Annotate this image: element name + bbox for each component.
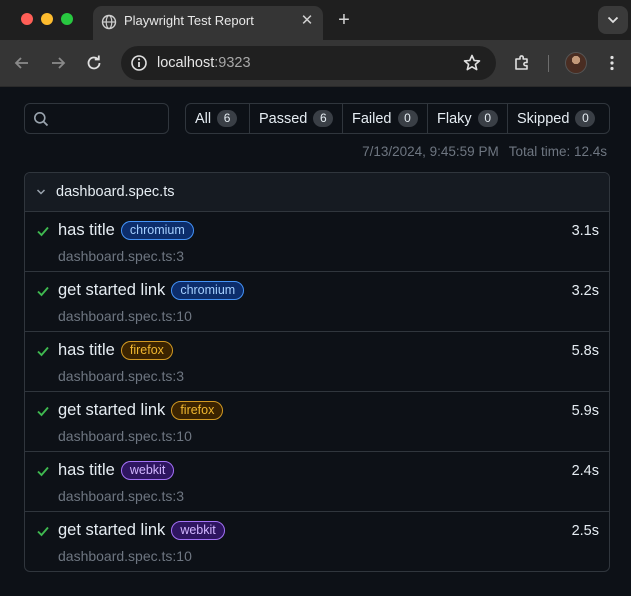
forward-arrow-icon[interactable] — [48, 53, 68, 73]
test-location: dashboard.spec.ts:10 — [58, 308, 192, 324]
chevron-down-icon — [36, 189, 46, 195]
project-tag[interactable]: firefox — [120, 341, 173, 360]
checkmark-icon — [37, 346, 49, 357]
filter-count: 6 — [313, 110, 334, 127]
test-title-line: get started link firefox — [58, 401, 224, 420]
test-title[interactable]: has title — [58, 341, 115, 360]
run-timestamp: 7/13/2024, 9:45:59 PM — [362, 144, 499, 159]
tab-title: Playwright Test Report — [124, 13, 254, 28]
test-title-line: has title webkit — [58, 461, 175, 480]
close-window-button[interactable] — [21, 13, 33, 25]
project-tag[interactable]: chromium — [171, 281, 245, 300]
toolbar-divider — [548, 55, 549, 72]
test-row[interactable]: has title firefox 5.8s dashboard.spec.ts… — [25, 332, 609, 392]
filter-count: 0 — [477, 110, 498, 127]
filter-all[interactable]: All 6 — [186, 104, 249, 133]
filter-skipped[interactable]: Skipped 0 — [507, 104, 609, 133]
browser-tabstrip: Playwright Test Report ✕ + — [0, 0, 631, 40]
star-icon[interactable] — [462, 53, 482, 73]
url-port: :9323 — [214, 55, 251, 71]
test-title[interactable]: get started link — [58, 281, 165, 300]
test-file-section: dashboard.spec.ts has title chromium 3.1… — [24, 172, 610, 572]
test-file-name: dashboard.spec.ts — [56, 184, 175, 200]
test-title-line: get started link chromium — [58, 281, 245, 300]
url-host: localhost — [157, 55, 215, 71]
test-row[interactable]: get started link chromium 3.2s dashboard… — [25, 272, 609, 332]
back-arrow-icon[interactable] — [12, 53, 32, 73]
status-filter-bar: All 6 Passed 6 Failed 0 Flaky 0 Skipped … — [185, 103, 610, 134]
test-duration: 2.4s — [571, 463, 599, 479]
total-time: Total time: 12.4s — [508, 144, 607, 159]
test-title[interactable]: has title — [58, 221, 115, 240]
filter-label: Flaky — [437, 110, 472, 127]
puzzle-icon[interactable] — [512, 53, 532, 73]
project-tag[interactable]: webkit — [120, 461, 175, 480]
test-row[interactable]: get started link firefox 5.9s dashboard.… — [25, 392, 609, 452]
filter-count: 6 — [217, 110, 238, 127]
tab-search-button[interactable] — [598, 6, 628, 34]
search-input[interactable] — [24, 103, 169, 134]
test-file-header[interactable]: dashboard.spec.ts — [25, 173, 609, 212]
test-location: dashboard.spec.ts:10 — [58, 548, 192, 564]
test-duration: 3.2s — [571, 283, 599, 299]
minimize-window-button[interactable] — [41, 13, 53, 25]
search-icon — [34, 112, 49, 127]
profile-avatar[interactable] — [565, 52, 587, 74]
checkmark-icon — [37, 526, 49, 537]
test-duration: 5.9s — [571, 403, 599, 419]
report-page: All 6 Passed 6 Failed 0 Flaky 0 Skipped … — [0, 88, 631, 596]
kebab-menu-icon[interactable] — [602, 53, 622, 73]
address-bar[interactable]: localhost:9323 — [121, 46, 496, 80]
test-location: dashboard.spec.ts:3 — [58, 488, 185, 504]
test-location: dashboard.spec.ts:3 — [58, 368, 185, 384]
test-list: has title chromium 3.1s dashboard.spec.t… — [25, 212, 609, 571]
reload-icon[interactable] — [84, 53, 104, 73]
project-tag[interactable]: webkit — [171, 521, 225, 540]
test-row[interactable]: get started link webkit 2.5s dashboard.s… — [25, 512, 609, 571]
test-title[interactable]: get started link — [58, 521, 165, 540]
project-tag[interactable]: firefox — [171, 401, 224, 420]
checkmark-icon — [37, 466, 49, 477]
filter-count: 0 — [575, 110, 596, 127]
run-metadata: 7/13/2024, 9:45:59 PM Total time: 12.4s — [362, 144, 607, 159]
url-text: localhost:9323 — [157, 55, 251, 71]
checkmark-icon — [37, 286, 49, 297]
browser-toolbar: localhost:9323 — [0, 40, 631, 87]
maximize-window-button[interactable] — [61, 13, 73, 25]
site-info-icon[interactable] — [129, 53, 149, 73]
checkmark-icon — [37, 406, 49, 417]
test-title[interactable]: has title — [58, 461, 115, 480]
filter-count: 0 — [397, 110, 418, 127]
filter-label: Skipped — [517, 110, 570, 127]
filter-label: Passed — [259, 110, 308, 127]
globe-icon — [101, 14, 117, 30]
test-title-line: get started link webkit — [58, 521, 225, 540]
test-title-line: has title firefox — [58, 341, 173, 360]
filter-passed[interactable]: Passed 6 — [249, 104, 342, 133]
test-duration: 5.8s — [571, 343, 599, 359]
test-location: dashboard.spec.ts:3 — [58, 248, 185, 264]
test-duration: 2.5s — [571, 523, 599, 539]
filter-failed[interactable]: Failed 0 — [342, 104, 427, 133]
test-row[interactable]: has title chromium 3.1s dashboard.spec.t… — [25, 212, 609, 272]
close-tab-icon[interactable]: ✕ — [299, 13, 315, 29]
browser-tab[interactable]: Playwright Test Report ✕ — [93, 6, 323, 40]
project-tag[interactable]: chromium — [120, 221, 194, 240]
checkmark-icon — [37, 226, 49, 237]
test-row[interactable]: has title webkit 2.4s dashboard.spec.ts:… — [25, 452, 609, 512]
test-title-line: has title chromium — [58, 221, 194, 240]
filter-flaky[interactable]: Flaky 0 — [427, 104, 507, 133]
chevron-down-icon — [607, 16, 619, 24]
test-duration: 3.1s — [571, 223, 599, 239]
filter-label: Failed — [352, 110, 392, 127]
new-tab-button[interactable]: + — [333, 10, 355, 30]
filter-label: All — [195, 110, 212, 127]
test-title[interactable]: get started link — [58, 401, 165, 420]
test-location: dashboard.spec.ts:10 — [58, 428, 192, 444]
